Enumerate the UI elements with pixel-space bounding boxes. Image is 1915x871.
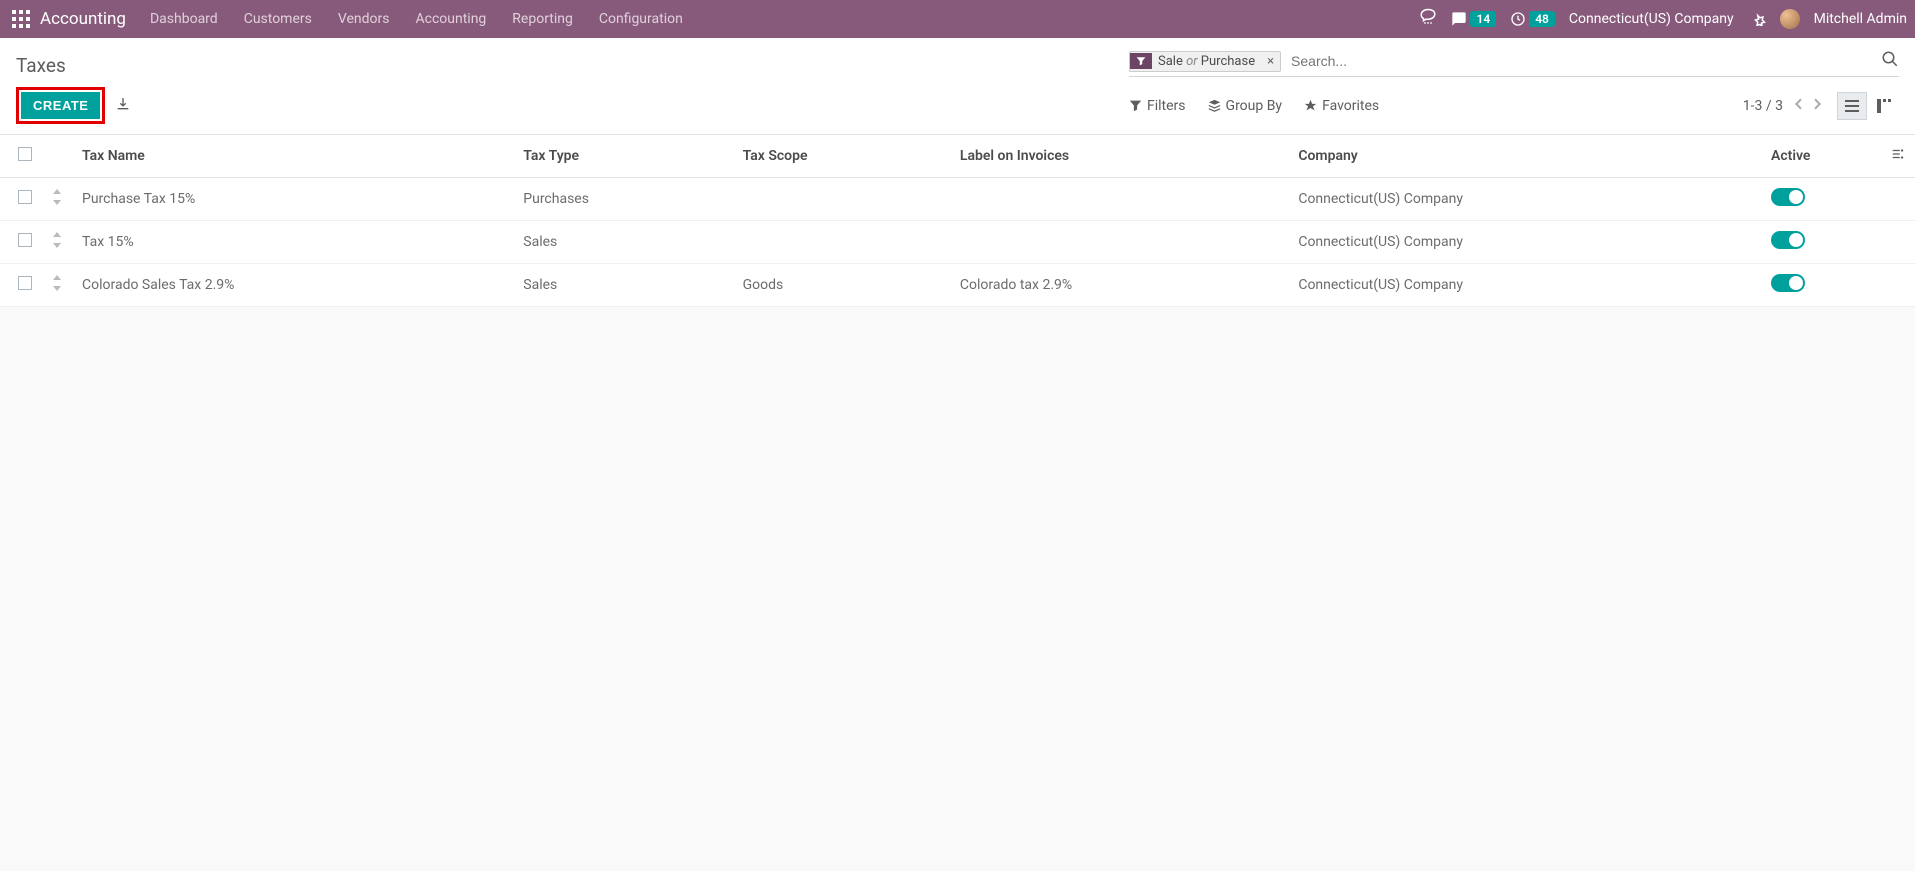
drag-handle-icon[interactable] — [52, 236, 62, 252]
cell-scope — [733, 178, 950, 221]
pager-prev[interactable] — [1791, 96, 1807, 116]
activities-button[interactable]: 48 — [1510, 11, 1555, 27]
messages-button[interactable]: 14 — [1451, 11, 1496, 27]
filters-label: Filters — [1147, 98, 1186, 114]
apps-icon[interactable] — [12, 10, 30, 28]
active-toggle[interactable] — [1771, 274, 1805, 292]
menu-accounting[interactable]: Accounting — [415, 11, 486, 27]
menu-reporting[interactable]: Reporting — [512, 11, 573, 27]
search-facet: Sale or Purchase × — [1129, 51, 1281, 72]
cell-type: Purchases — [513, 178, 732, 221]
facet-value-1: Sale — [1158, 54, 1183, 69]
search-box[interactable]: Sale or Purchase × — [1129, 48, 1899, 77]
active-toggle[interactable] — [1771, 188, 1805, 206]
cell-scope — [733, 221, 950, 264]
cell-name: Colorado Sales Tax 2.9% — [72, 264, 513, 307]
col-label-invoices[interactable]: Label on Invoices — [950, 135, 1288, 178]
view-kanban-button[interactable] — [1869, 92, 1899, 120]
page-title: Taxes — [16, 54, 66, 77]
create-highlight: CREATE — [16, 87, 105, 124]
row-checkbox[interactable] — [18, 276, 32, 290]
favorites-label: Favorites — [1322, 98, 1379, 114]
table-row[interactable]: Colorado Sales Tax 2.9% Sales Goods Colo… — [0, 264, 1915, 307]
facet-or: or — [1186, 54, 1197, 69]
col-tax-type[interactable]: Tax Type — [513, 135, 732, 178]
cell-label: Colorado tax 2.9% — [950, 264, 1288, 307]
support-icon[interactable] — [1419, 8, 1437, 30]
control-panel: Taxes Sale or Purchase × — [0, 38, 1915, 135]
cell-scope: Goods — [733, 264, 950, 307]
favorites-button[interactable]: Favorites — [1304, 98, 1379, 114]
top-navbar: Accounting Dashboard Customers Vendors A… — [0, 0, 1915, 38]
module-name[interactable]: Accounting — [40, 9, 126, 29]
taxes-table: Tax Name Tax Type Tax Scope Label on Inv… — [0, 135, 1915, 307]
cell-label — [950, 221, 1288, 264]
table-row[interactable]: Tax 15% Sales Connecticut(US) Company — [0, 221, 1915, 264]
cell-type: Sales — [513, 264, 732, 307]
create-button[interactable]: CREATE — [21, 92, 100, 119]
user-name[interactable]: Mitchell Admin — [1814, 11, 1907, 27]
pager-text[interactable]: 1-3 / 3 — [1743, 98, 1783, 114]
groupby-label: Group By — [1226, 98, 1283, 114]
col-optional-fields[interactable] — [1881, 135, 1915, 178]
menu-vendors[interactable]: Vendors — [338, 11, 390, 27]
menu-configuration[interactable]: Configuration — [599, 11, 683, 27]
active-toggle[interactable] — [1771, 231, 1805, 249]
facet-remove[interactable]: × — [1261, 54, 1280, 69]
cell-company: Connecticut(US) Company — [1288, 178, 1761, 221]
drag-handle-icon[interactable] — [52, 279, 62, 295]
cell-company: Connecticut(US) Company — [1288, 264, 1761, 307]
col-active[interactable]: Active — [1761, 135, 1881, 178]
menu-customers[interactable]: Customers — [244, 11, 312, 27]
view-switcher — [1837, 92, 1899, 120]
select-all-checkbox[interactable] — [18, 147, 32, 161]
cell-company: Connecticut(US) Company — [1288, 221, 1761, 264]
messages-count: 14 — [1470, 11, 1496, 27]
col-tax-name[interactable]: Tax Name — [72, 135, 513, 178]
cell-name: Tax 15% — [72, 221, 513, 264]
user-avatar[interactable] — [1780, 9, 1800, 29]
drag-handle-icon[interactable] — [52, 193, 62, 209]
nav-menu: Dashboard Customers Vendors Accounting R… — [150, 11, 683, 27]
groupby-button[interactable]: Group By — [1208, 98, 1283, 114]
export-button[interactable] — [115, 96, 131, 116]
view-list-button[interactable] — [1837, 92, 1867, 120]
filters-button[interactable]: Filters — [1129, 98, 1186, 114]
cell-name: Purchase Tax 15% — [72, 178, 513, 221]
cell-type: Sales — [513, 221, 732, 264]
pager-next[interactable] — [1809, 96, 1825, 116]
pager: 1-3 / 3 — [1743, 96, 1825, 116]
facet-value-2: Purchase — [1201, 54, 1255, 69]
company-switcher[interactable]: Connecticut(US) Company — [1569, 11, 1734, 27]
table-area: Tax Name Tax Type Tax Scope Label on Inv… — [0, 135, 1915, 307]
col-tax-scope[interactable]: Tax Scope — [733, 135, 950, 178]
cell-label — [950, 178, 1288, 221]
debug-icon[interactable] — [1748, 8, 1766, 30]
col-company[interactable]: Company — [1288, 135, 1761, 178]
activities-count: 48 — [1529, 11, 1555, 27]
menu-dashboard[interactable]: Dashboard — [150, 11, 218, 27]
row-checkbox[interactable] — [18, 233, 32, 247]
search-icon[interactable] — [1881, 50, 1899, 72]
search-input[interactable] — [1287, 51, 1867, 71]
row-checkbox[interactable] — [18, 190, 32, 204]
table-row[interactable]: Purchase Tax 15% Purchases Connecticut(U… — [0, 178, 1915, 221]
filter-icon — [1130, 53, 1152, 69]
